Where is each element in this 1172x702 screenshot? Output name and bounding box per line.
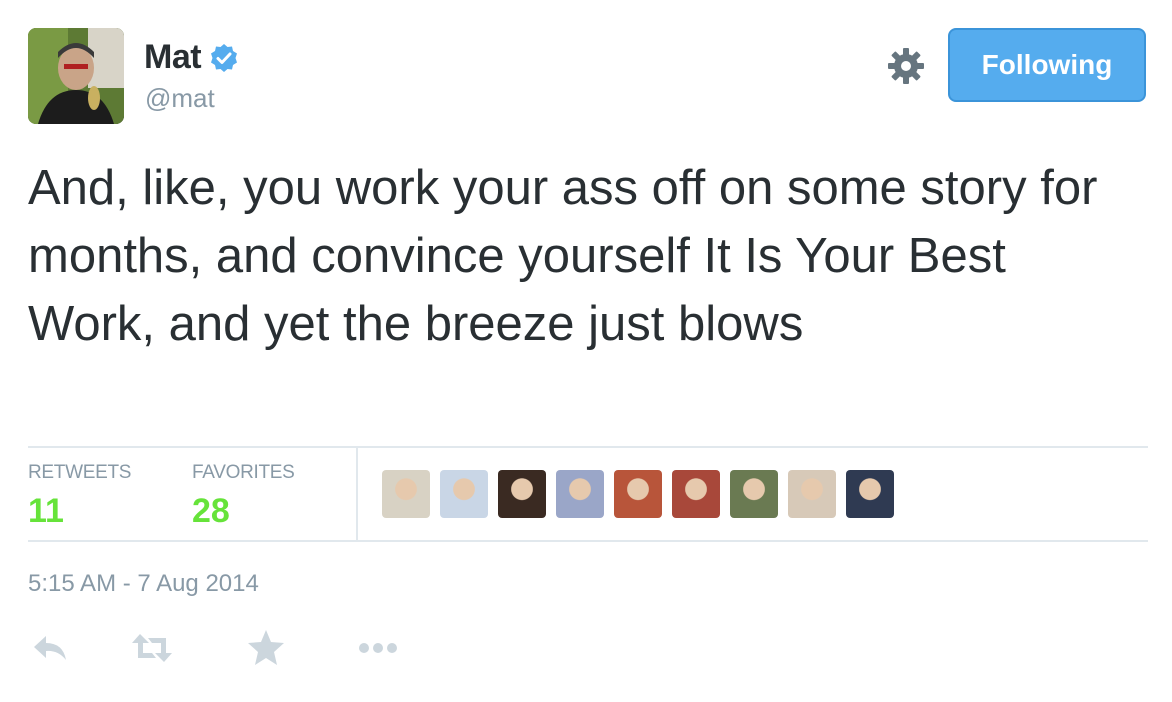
gear-icon[interactable] bbox=[886, 46, 926, 86]
favorites-count: 28 bbox=[192, 492, 230, 530]
verified-badge-icon bbox=[209, 43, 239, 73]
tweet-text: And, like, you work your ass off on some… bbox=[28, 161, 1098, 351]
reply-icon[interactable] bbox=[28, 626, 72, 670]
retweets-stat[interactable]: RETWEETS 11 bbox=[28, 462, 131, 531]
favorites-stat[interactable]: FAVORITES 28 bbox=[192, 462, 295, 531]
author-avatar[interactable] bbox=[28, 28, 124, 124]
retweet-icon[interactable] bbox=[130, 626, 174, 670]
favoriter-avatar-2[interactable] bbox=[440, 470, 488, 518]
favoriter-avatar-5[interactable] bbox=[614, 470, 662, 518]
favoriter-avatar-7[interactable] bbox=[730, 470, 778, 518]
favoriter-avatar-1[interactable] bbox=[382, 470, 430, 518]
tweet-stats: RETWEETS 11 FAVORITES 28 bbox=[28, 448, 1148, 540]
favoriter-avatar-6[interactable] bbox=[672, 470, 720, 518]
author-name[interactable]: Mat bbox=[144, 38, 202, 77]
retweets-count: 11 bbox=[28, 492, 64, 530]
favoriter-avatars bbox=[382, 470, 894, 518]
favorites-label: FAVORITES bbox=[192, 462, 295, 483]
tweet-timestamp[interactable]: 5:15 AM - 7 Aug 2014 bbox=[28, 570, 259, 598]
favoriter-avatar-3[interactable] bbox=[498, 470, 546, 518]
more-icon[interactable] bbox=[356, 626, 400, 670]
favorite-icon[interactable] bbox=[244, 626, 288, 670]
stats-separator bbox=[356, 448, 358, 540]
author-handle[interactable]: @mat bbox=[145, 83, 215, 114]
favoriter-avatar-9[interactable] bbox=[846, 470, 894, 518]
following-button[interactable]: Following bbox=[948, 28, 1146, 102]
retweets-label: RETWEETS bbox=[28, 462, 132, 483]
favoriter-avatar-8[interactable] bbox=[788, 470, 836, 518]
stats-bottom-divider bbox=[28, 540, 1148, 542]
favoriter-avatar-4[interactable] bbox=[556, 470, 604, 518]
